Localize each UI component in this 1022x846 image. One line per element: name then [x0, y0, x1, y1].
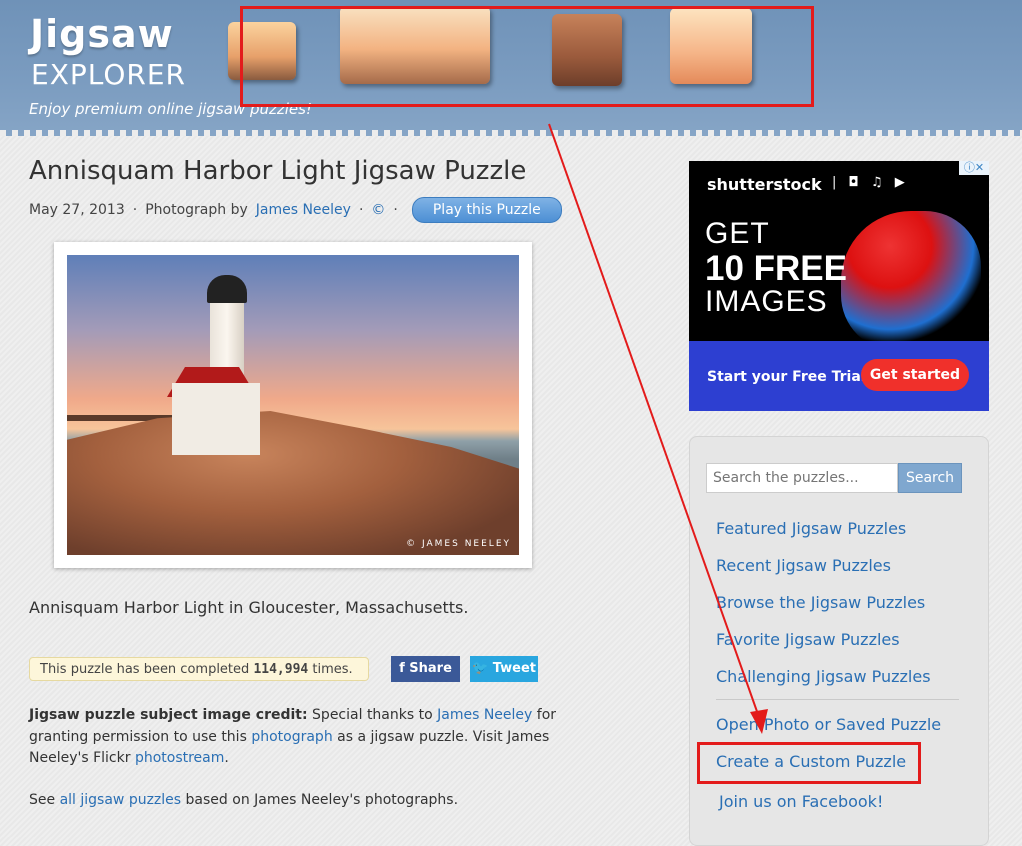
ad-footer: Start your Free Trial Get started [689, 341, 989, 411]
ad-headline-3: IMAGES [705, 285, 828, 318]
nav-open-photo[interactable]: Open Photo or Saved Puzzle [716, 715, 941, 734]
sidebar-divider [716, 699, 959, 700]
lighthouse-lantern-shape [207, 275, 247, 303]
share-label: Share [409, 661, 452, 676]
publish-date: May 27, 2013 [29, 202, 125, 218]
play-puzzle-button[interactable]: Play this Puzzle [411, 197, 562, 223]
facebook-share-button[interactable]: f Share [391, 656, 460, 682]
separator: · [393, 202, 398, 218]
photo-by-label: Photograph by [145, 202, 248, 218]
completed-count: 114,994 [253, 662, 309, 677]
facebook-icon: f [399, 661, 405, 676]
see-suffix: based on James Neeley's photographs. [185, 792, 459, 808]
nav-recent-puzzles[interactable]: Recent Jigsaw Puzzles [716, 556, 891, 575]
photograph-link[interactable]: photograph [251, 729, 332, 745]
search-input[interactable] [706, 463, 898, 493]
nav-join-facebook[interactable]: Join us on Facebook! [719, 792, 883, 811]
puzzle-photo-frame: © JAMES NEELEY [54, 242, 532, 568]
credit-text: Special thanks to [312, 707, 433, 723]
twitter-tweet-button[interactable]: 🐦 Tweet [470, 656, 538, 682]
parrot-image [841, 211, 981, 351]
annotation-highlight-box [240, 6, 814, 107]
site-logo[interactable]: Jigsaw [30, 12, 174, 56]
completed-suffix: times. [312, 662, 353, 677]
tweet-label: Tweet [492, 661, 537, 676]
puzzle-photo[interactable]: © JAMES NEELEY [67, 255, 519, 555]
advertisement-banner[interactable]: shutterstock | ◘ ♫ ▶ ⓘ✕ GET 10 FREE IMAG… [689, 161, 989, 411]
ad-get-started-button[interactable]: Get started [861, 359, 969, 391]
completion-count-box: This puzzle has been completed 114,994 t… [29, 657, 369, 681]
twitter-icon: 🐦 [471, 661, 489, 676]
house-shape [172, 383, 260, 455]
photographer-credit-link[interactable]: James Neeley [437, 707, 532, 723]
copyright-link[interactable]: © [371, 202, 385, 218]
nav-challenging-puzzles[interactable]: Challenging Jigsaw Puzzles [716, 667, 931, 686]
ad-brand-logo: shutterstock [707, 175, 822, 194]
photo-watermark: © JAMES NEELEY [406, 539, 511, 549]
nav-favorite-puzzles[interactable]: Favorite Jigsaw Puzzles [716, 630, 900, 649]
sidebar: Search Featured Jigsaw Puzzles Recent Ji… [689, 436, 989, 846]
image-credit-text: Jigsaw puzzle subject image credit: Spec… [29, 705, 574, 770]
rocks-shape [67, 411, 519, 555]
ad-headline-2: 10 FREE [705, 249, 847, 288]
photo-caption: Annisquam Harbor Light in Gloucester, Ma… [29, 598, 469, 617]
credit-heading: Jigsaw puzzle subject image credit: [29, 707, 308, 723]
site-logo-subtitle: EXPLORER [31, 58, 186, 91]
all-puzzles-link[interactable]: all jigsaw puzzles [60, 792, 182, 808]
separator: · [358, 202, 364, 218]
ad-headline-1: GET [705, 217, 770, 250]
ad-choices-icon[interactable]: ⓘ✕ [959, 161, 989, 175]
photographer-link[interactable]: James Neeley [256, 202, 351, 218]
credit-text: . [224, 750, 229, 766]
completed-prefix: This puzzle has been completed [40, 662, 250, 677]
ad-media-icons: | ◘ ♫ ▶ [832, 175, 909, 190]
separator: · [132, 202, 138, 218]
puzzle-meta: May 27, 2013 · Photograph by James Neele… [29, 197, 562, 223]
annotation-highlight-box [697, 742, 921, 784]
photostream-link[interactable]: photostream [135, 750, 224, 766]
ad-trial-text: Start your Free Trial [707, 369, 866, 385]
nav-browse-puzzles[interactable]: Browse the Jigsaw Puzzles [716, 593, 925, 612]
see-prefix: See [29, 792, 56, 808]
see-all-text: See all jigsaw puzzles based on James Ne… [29, 792, 458, 808]
page-title: Annisquam Harbor Light Jigsaw Puzzle [29, 156, 527, 186]
search-button[interactable]: Search [898, 463, 962, 493]
nav-featured-puzzles[interactable]: Featured Jigsaw Puzzles [716, 519, 906, 538]
